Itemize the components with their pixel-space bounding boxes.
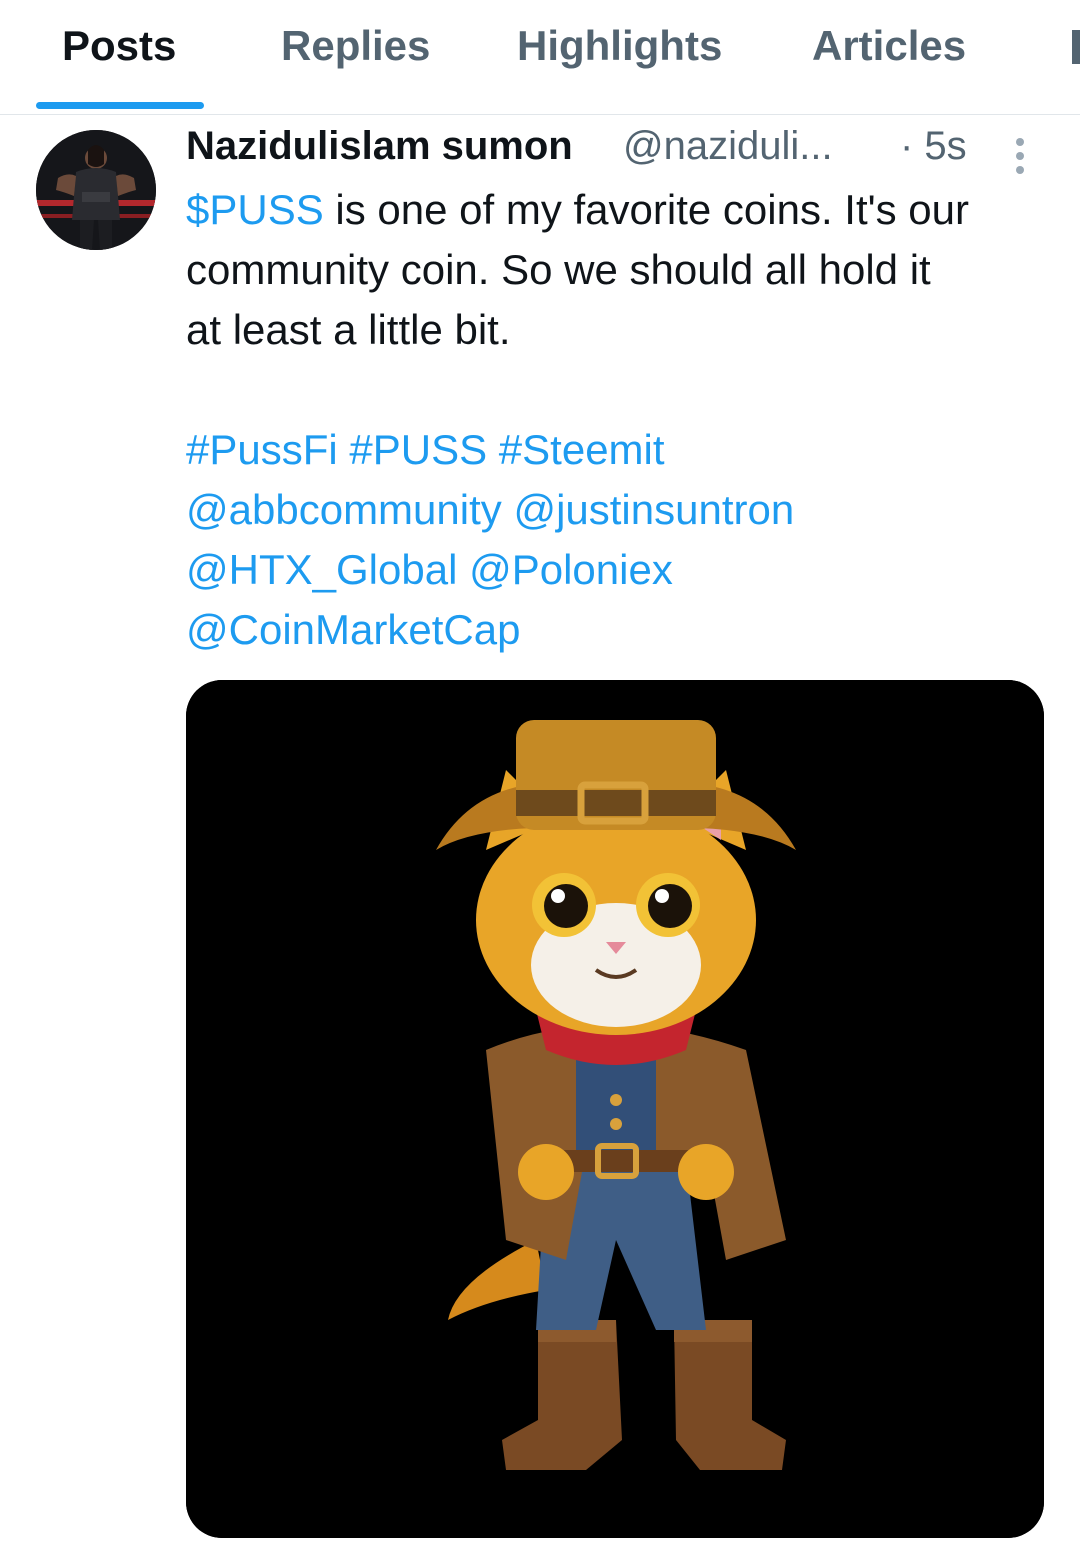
avatar[interactable] [36, 130, 156, 250]
post-text: $PUSS is one of my favorite coins. It's … [186, 180, 1046, 660]
author-name[interactable]: Nazidulislam sumon [186, 124, 573, 169]
active-tab-indicator [36, 102, 204, 109]
hashtag-link[interactable]: #Steemit [499, 426, 665, 473]
post-text-line: at least a little bit. [186, 306, 511, 353]
mention-link[interactable]: @abbcommunity [186, 486, 502, 533]
post-media-image[interactable] [186, 680, 1044, 1538]
avatar-wrestler-image [36, 130, 156, 250]
post-text-line: community coin. So we should all hold it [186, 246, 931, 293]
tab-highlights[interactable]: Highlights [517, 22, 722, 70]
mention-link[interactable]: @HTX_Global [186, 546, 457, 593]
post-text-line: is one of my favorite coins. It's our [323, 186, 970, 233]
hashtag-link[interactable]: #PUSS [349, 426, 487, 473]
profile-tabs: Posts Replies Highlights Articles [0, 0, 1080, 115]
mention-link[interactable]: @CoinMarketCap [186, 606, 520, 653]
mention-link[interactable]: @Poloniex [469, 546, 673, 593]
tab-articles[interactable]: Articles [812, 22, 966, 70]
post-timestamp[interactable]: · 5s [900, 124, 967, 169]
more-options-icon[interactable] [1000, 134, 1040, 178]
hashtag-link[interactable]: #PussFi [186, 426, 338, 473]
author-handle[interactable]: @naziduli... [623, 124, 833, 169]
post-header: Nazidulislam sumon @naziduli... · 5s [186, 124, 1046, 180]
cowboy-cat-illustration [186, 680, 1044, 1538]
tab-replies[interactable]: Replies [281, 22, 430, 70]
tab-overflow-partial[interactable] [1072, 30, 1080, 64]
cashtag-link[interactable]: $PUSS [186, 186, 324, 233]
mention-link[interactable]: @justinsuntron [513, 486, 794, 533]
tab-posts[interactable]: Posts [62, 22, 176, 70]
